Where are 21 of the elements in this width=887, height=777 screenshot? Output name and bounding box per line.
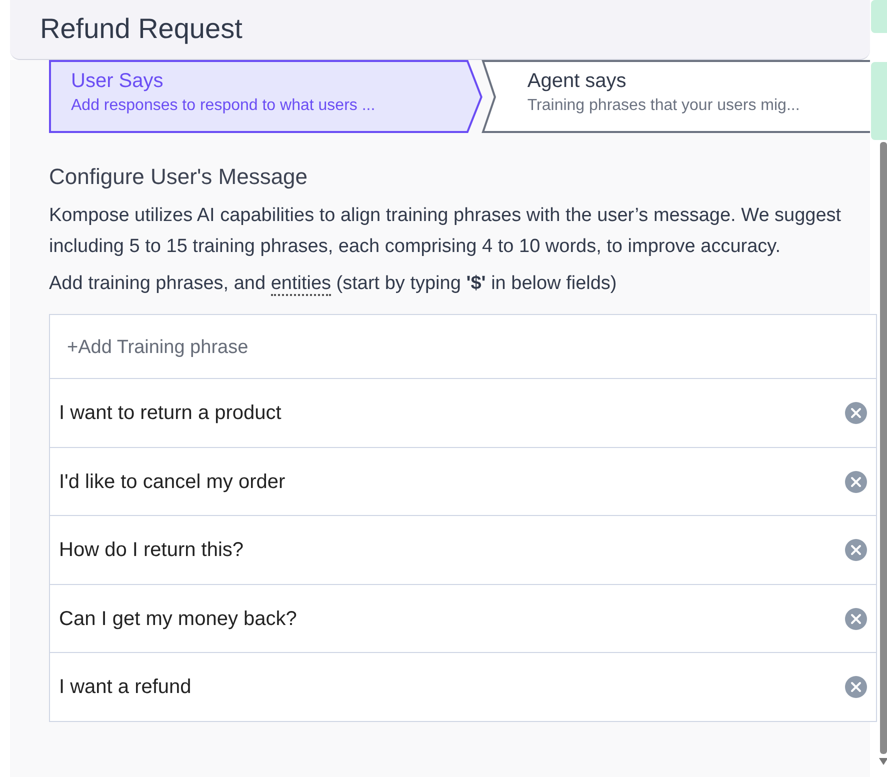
- clear-icon[interactable]: [844, 675, 868, 700]
- clear-icon[interactable]: [844, 606, 868, 631]
- phrase-field[interactable]: I want to return a product: [59, 398, 844, 428]
- clear-icon[interactable]: [844, 538, 868, 562]
- description-text: Kompose utilizes AI capabilities to align training phrases with the user’s message. We suggest including 5 to 15 training phrases, each comprising 4 to 10 words, to improve accuracy.: [49, 204, 842, 260]
- instruction-text: Add training phrases, and entities (start by typing '$' in below fields): [49, 272, 618, 298]
- entities-link[interactable]: entities: [270, 273, 332, 296]
- add-phrase-field[interactable]: +Add Training phrase: [67, 332, 868, 362]
- scrollbar-thumb[interactable]: [880, 142, 887, 754]
- phrase-field[interactable]: I want a refund: [59, 672, 844, 702]
- scroll-down-icon[interactable]: [879, 758, 887, 765]
- clear-icon[interactable]: [844, 470, 868, 494]
- side-panel-edge: [871, 0, 887, 33]
- page-title: Refund Request: [40, 12, 244, 46]
- phrase-field[interactable]: Can I get my money back?: [59, 604, 844, 634]
- step-tab[interactable]: Agent says Training phrases that your users mig...: [481, 60, 870, 134]
- step-tab[interactable]: User Says Add responses to respond to what users ...: [49, 60, 484, 134]
- clear-icon[interactable]: [844, 401, 868, 426]
- phrase-field[interactable]: How do I return this?: [59, 535, 844, 566]
- section-heading: Configure User's Message: [49, 164, 309, 190]
- phrase-field[interactable]: I'd like to cancel my order: [59, 466, 844, 497]
